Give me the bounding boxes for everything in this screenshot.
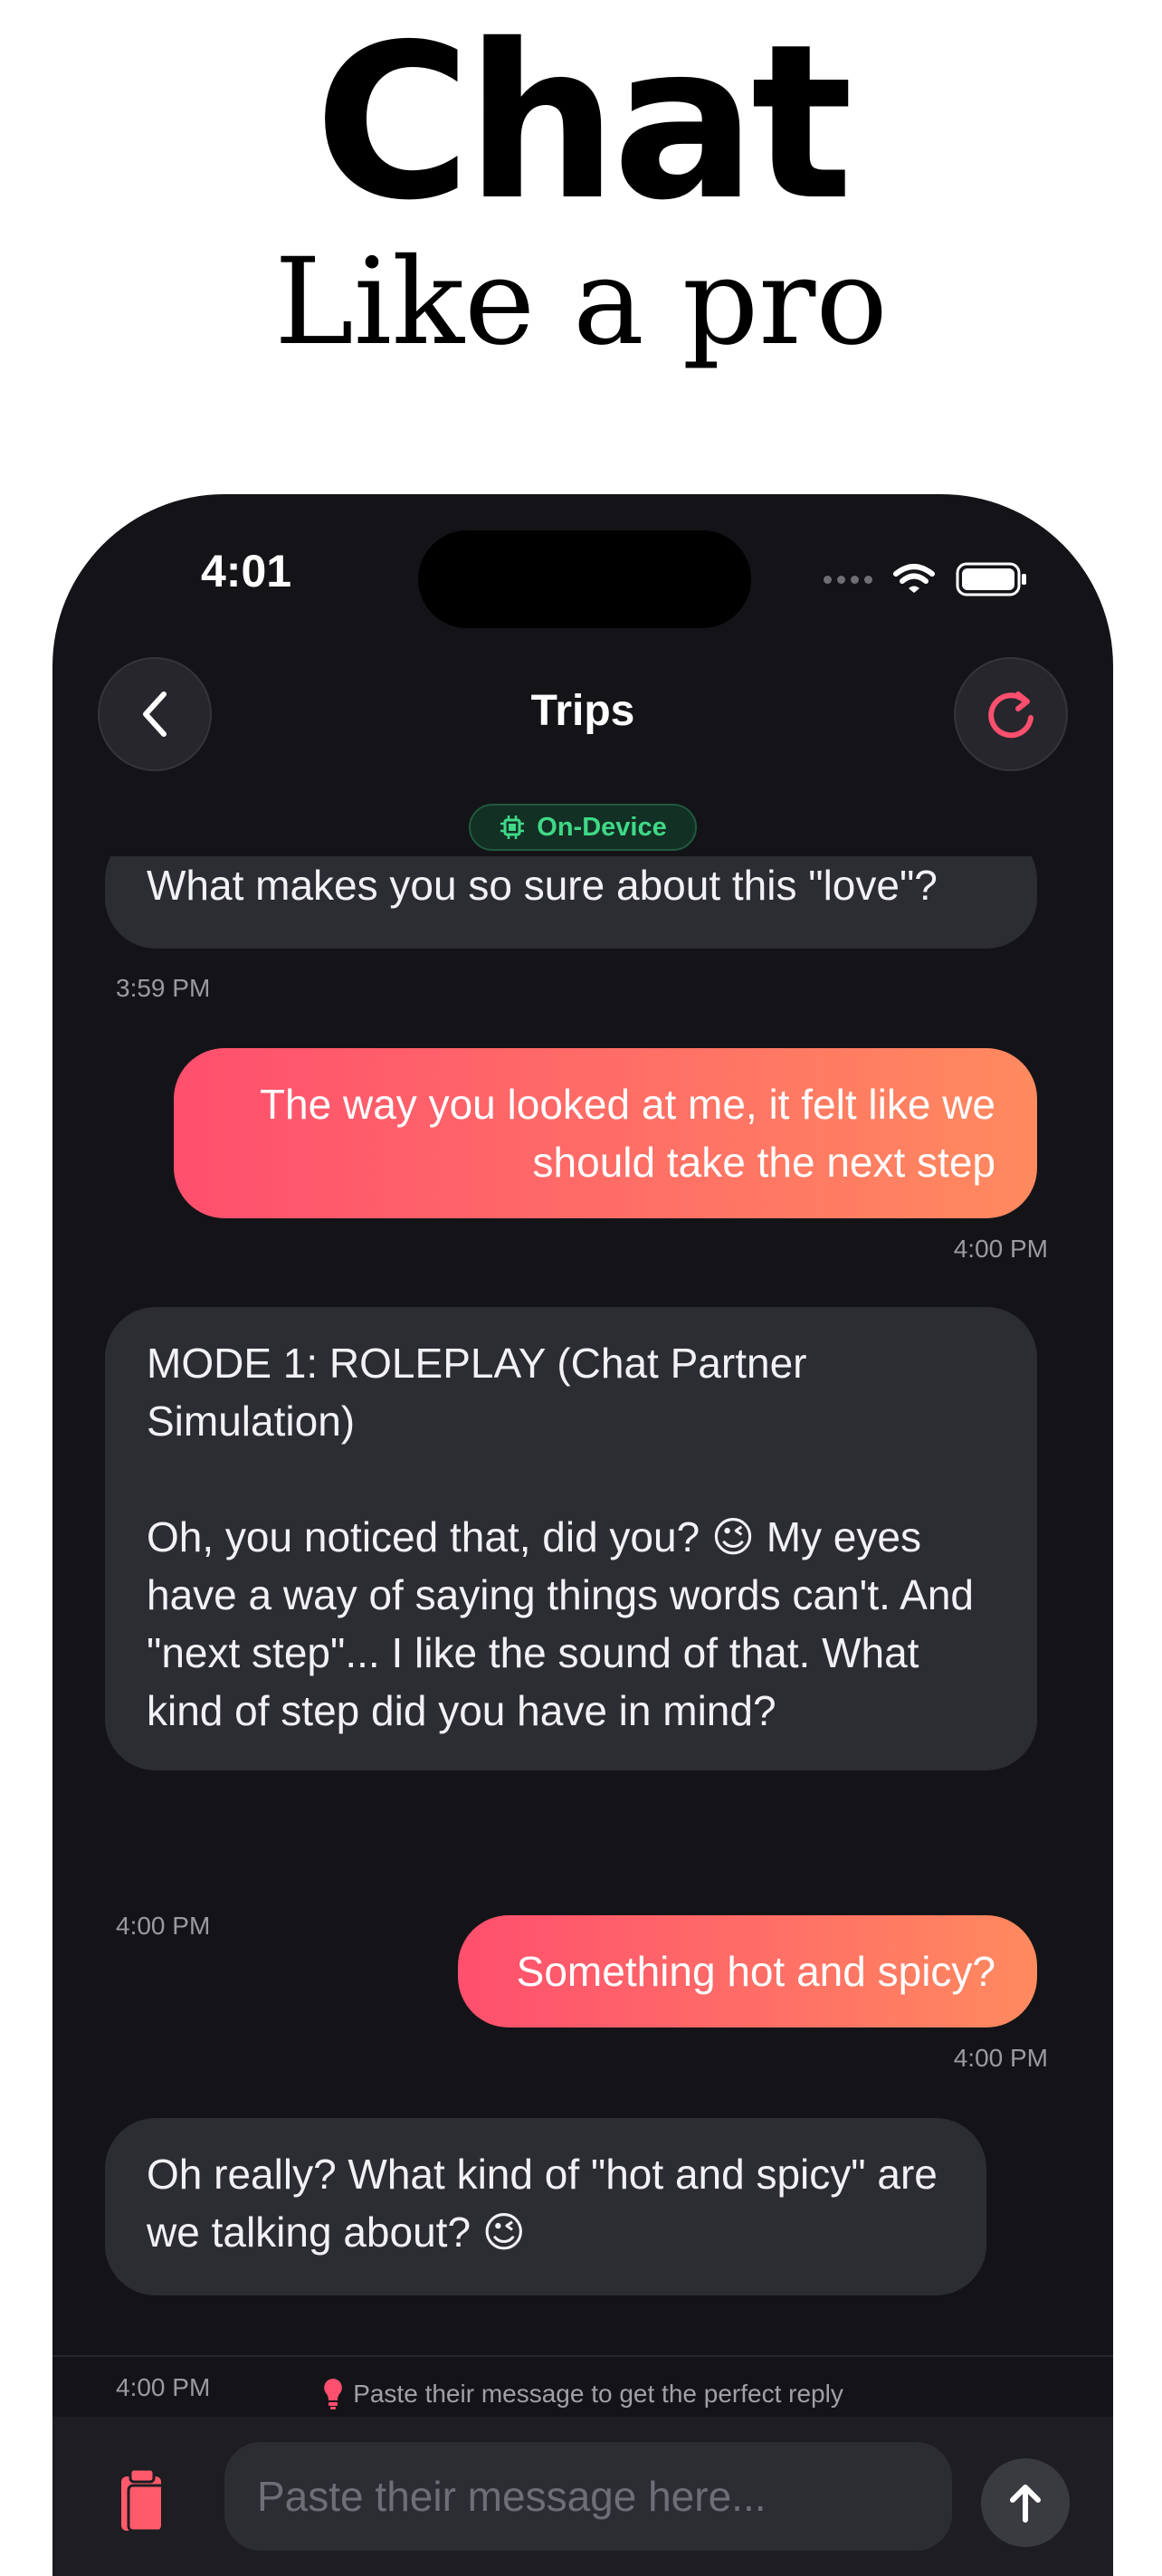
message-input[interactable]: Paste their message here... [224, 2442, 952, 2551]
message-bubble-outgoing: The way you looked at me, it felt like w… [174, 1048, 1037, 1218]
paste-button[interactable] [116, 2466, 170, 2543]
refresh-icon [988, 692, 1033, 739]
chip-icon [500, 816, 525, 839]
on-device-badge: On-Device [469, 804, 697, 851]
arrow-up-icon [1010, 2485, 1041, 2523]
status-time: 4:01 [201, 546, 292, 596]
lightbulb-icon [324, 2379, 343, 2409]
message-bubble-incoming: What makes you so sure about this "love"… [105, 856, 1037, 949]
cellular-icon [824, 575, 872, 584]
hint-bar: Paste their message to get the perfect r… [52, 2377, 1113, 2411]
message-timestamp: 4:00 PM [116, 1912, 211, 1940]
badge-label: On-Device [537, 812, 667, 842]
hint-text: Paste their message to get the perfect r… [353, 2380, 843, 2408]
composer-divider [52, 2355, 1113, 2357]
message-timestamp: 4:00 PM [953, 1235, 1048, 1263]
status-icons [824, 561, 1028, 597]
message-timestamp: 3:59 PM [116, 974, 211, 1002]
message-bubble-outgoing: Something hot and spicy? [458, 1915, 1037, 2027]
message-bubble-incoming: MODE 1: ROLEPLAY (Chat Partner Simulatio… [105, 1307, 1037, 1770]
send-button[interactable] [981, 2458, 1070, 2547]
hero-subtitle: Like a pro [274, 233, 888, 372]
battery-icon [956, 562, 1026, 596]
composer: Paste their message here... [52, 2417, 1113, 2576]
phone-screen: 4:01 Trips On-Device What makes you so s… [52, 494, 1113, 2576]
wifi-icon [893, 564, 935, 593]
message-timestamp: 4:00 PM [953, 2044, 1048, 2072]
refresh-button[interactable] [954, 657, 1068, 771]
dynamic-island [418, 530, 751, 628]
clipboard-icon [121, 2467, 167, 2533]
hero-title: Chat [314, 0, 852, 247]
message-clip: What makes you so sure about this "love"… [105, 856, 1037, 949]
message-bubble-incoming: Oh really? What kind of "hot and spicy" … [105, 2118, 986, 2295]
